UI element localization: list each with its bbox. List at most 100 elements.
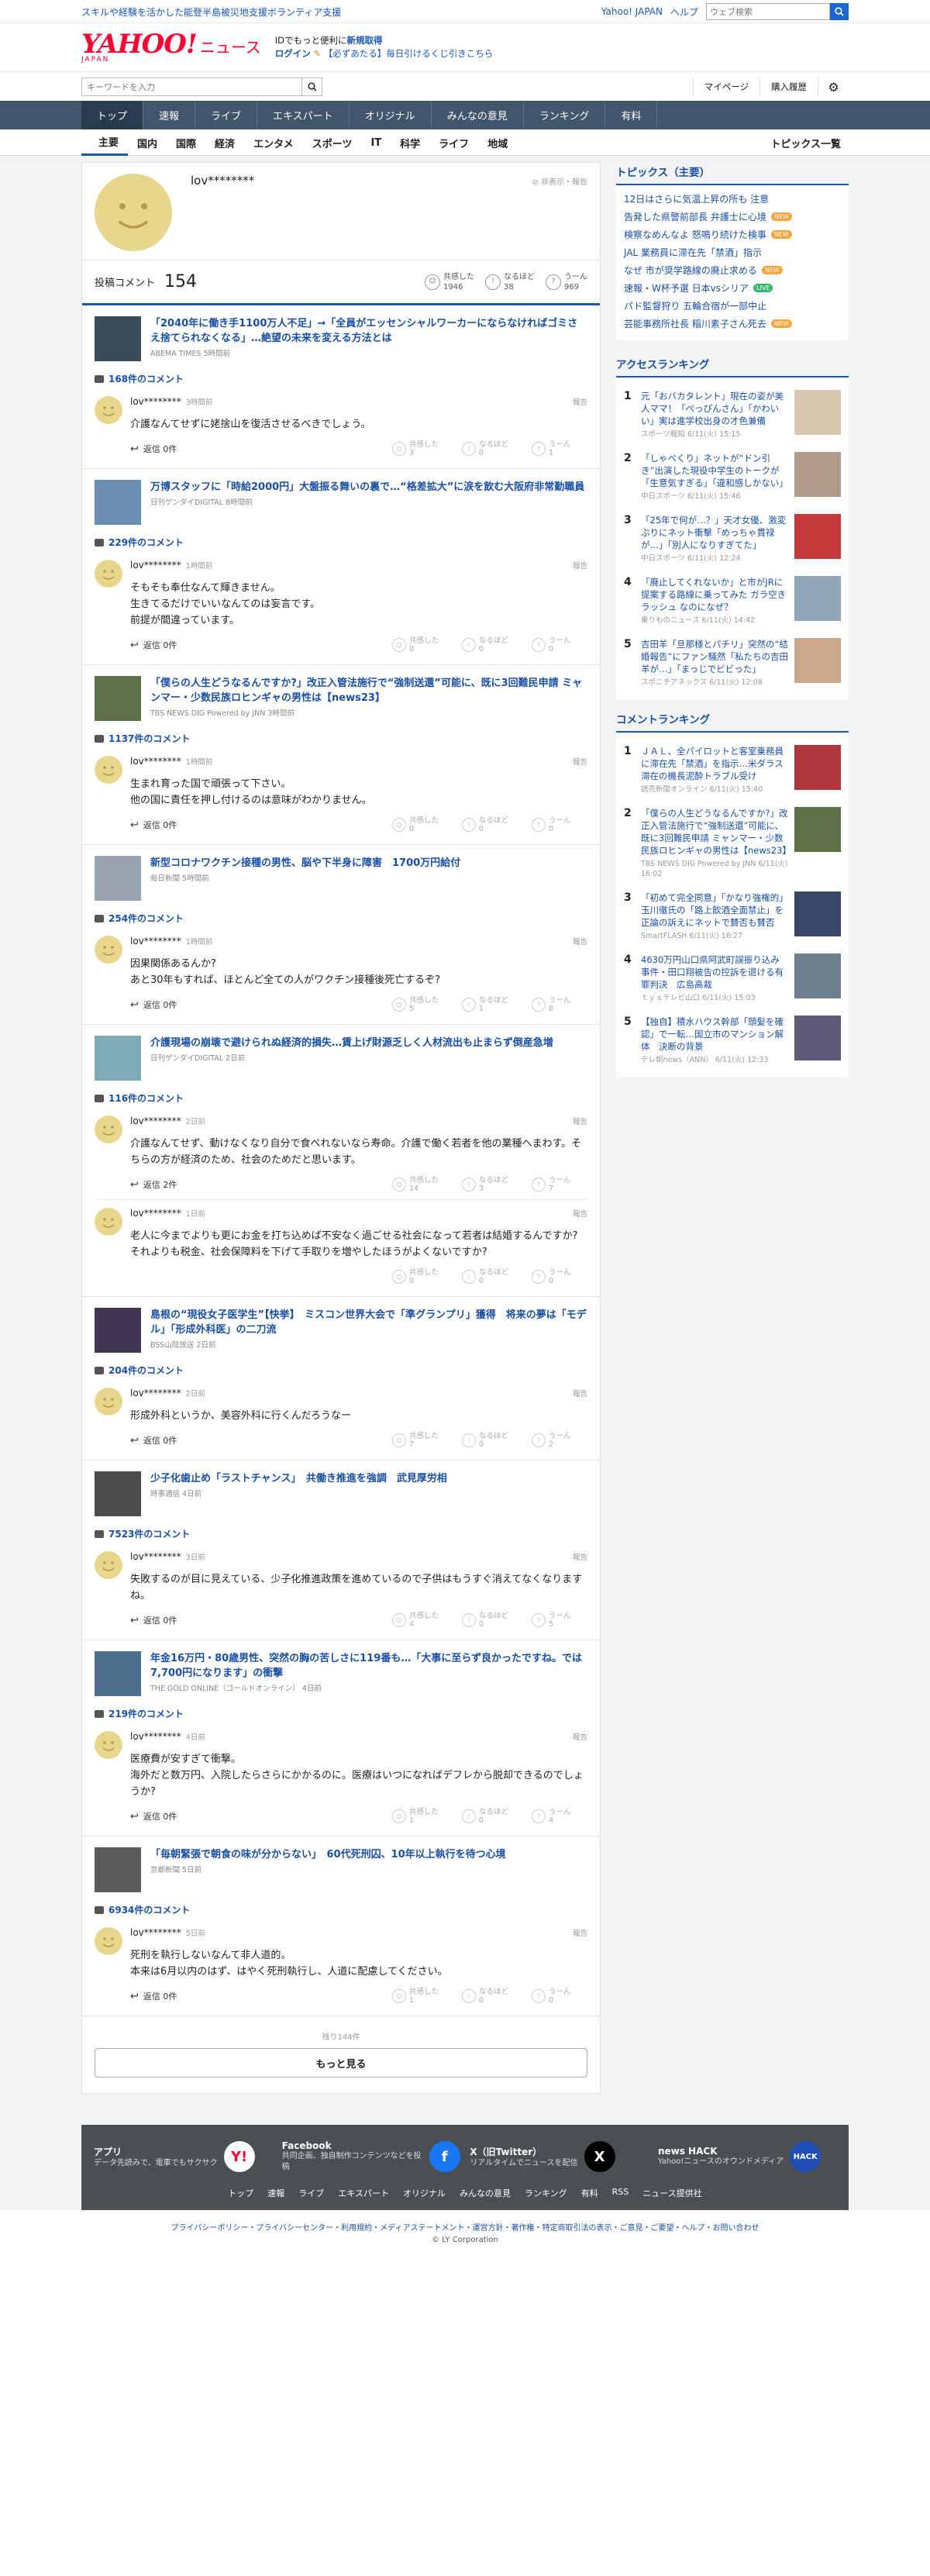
comment-count-link[interactable]: 204件のコメント <box>95 1359 587 1383</box>
empathy-button[interactable]: ☺ 共感した 5 <box>392 996 448 1013</box>
article-title[interactable]: 新型コロナワクチン接種の男性、脳や下半身に障害 1700万円給付 <box>150 856 460 871</box>
promo-link[interactable]: スキルや経験を活かした能登半島被災地支援ボランティア支援 <box>81 5 341 19</box>
ranking-item[interactable]: 4 4630万円山口県阿武町誤振り込み事件・田口翔被告の控訴を退ける有罪判決 広島… <box>624 947 841 1009</box>
ranking-item[interactable]: 3 「初めて完全同意」「かなり強権的」玉川徹氏の「路上飲酒全面禁止」を正論の訴えに… <box>624 885 841 947</box>
article-title[interactable]: 介護現場の崩壊で避けられぬ経済的損失…賃上げ財源乏しく人材流出も止まらず倒産急増 <box>150 1036 553 1050</box>
article[interactable]: 島根の“現役女子医学生”【快挙】 ミスコン世界大会で「準グランプリ」獲得 将来の… <box>95 1308 587 1359</box>
footer-app-link[interactable]: X（旧Twitter） リアルタイムでニュースを配信 X <box>470 2140 648 2173</box>
report-link[interactable]: 報告 <box>573 1551 587 1562</box>
reply-button[interactable]: ↩ 返信 0件 <box>130 443 177 455</box>
footer-nav-link[interactable]: オリジナル <box>403 2187 446 2199</box>
login-link[interactable]: ログイン <box>275 48 311 59</box>
empathy-button[interactable]: ☺ 共感した 1 <box>392 1808 448 1825</box>
comment-count-link[interactable]: 219件のコメント <box>95 1702 587 1726</box>
keyword-search-button[interactable] <box>302 78 322 96</box>
hide-report-link[interactable]: ⊘ 非表示・報告 <box>532 175 587 187</box>
empathy-button[interactable]: ☺ 共感した 7 <box>392 1432 448 1449</box>
nav-tab[interactable]: 速報 <box>143 101 196 129</box>
ranking-item[interactable]: 3 「25年で何が…？」天才女優、激変ぶりにネット衝撃「めっちゃ貫禄が…」「別人に… <box>624 508 841 570</box>
uun-button[interactable]: ? うーん 7 <box>532 1176 587 1193</box>
nav-tab[interactable]: みんなの意見 <box>432 101 524 129</box>
ranking-item[interactable]: 1 ＪＡＬ、全パイロットと客室乗務員に滞在先「禁酒」を指示…米ダラス滞在の機長泥酔… <box>624 739 841 801</box>
uun-button[interactable]: ? うーん 0 <box>532 1268 587 1285</box>
footer-nav-link[interactable]: ライブ <box>298 2187 324 2199</box>
uun-button[interactable]: ? うーん 2 <box>532 1432 587 1449</box>
keyword-search-input[interactable] <box>81 78 302 96</box>
uun-button[interactable]: ? うーん 0 <box>532 636 587 653</box>
uun-button[interactable]: ? うーん 0 <box>532 1988 587 2005</box>
reply-button[interactable]: ↩ 返信 0件 <box>130 998 177 1011</box>
category-tab[interactable]: エンタメ <box>244 136 303 150</box>
article-thumbnail[interactable] <box>95 676 141 721</box>
help-link[interactable]: ヘルプ <box>670 5 698 19</box>
topic-link[interactable]: 検察なめんなよ 怒鳴り続けた検事 NEW <box>624 226 841 243</box>
topic-link[interactable]: 速報・W杯予選 日本vsシリア LIVE <box>624 279 841 297</box>
naruhodo-button[interactable]: ! なるほど 0 <box>462 1988 518 2005</box>
footer-nav-link[interactable]: 速報 <box>267 2187 284 2199</box>
article-title[interactable]: 少子化歯止め「ラストチャンス」 共働き推進を強調 武見厚労相 <box>150 1471 447 1486</box>
article[interactable]: 「僕らの人生どうなるんですか?」改正入管法施行で“強制送還”可能に、既に3回難民… <box>95 676 587 727</box>
footer-nav-link[interactable]: みんなの意見 <box>460 2187 511 2199</box>
report-link[interactable]: 報告 <box>573 1927 587 1938</box>
empathy-button[interactable]: ☺ 共感した 14 <box>392 1176 448 1193</box>
load-more-button[interactable]: もっと見る <box>95 2048 587 2078</box>
category-tab[interactable]: 国内 <box>128 136 167 150</box>
report-link[interactable]: 報告 <box>573 1116 587 1126</box>
yahoo-news-logo[interactable]: YAHOO! JAPAN ニュース <box>81 31 261 64</box>
reply-button[interactable]: ↩ 返信 0件 <box>130 1434 177 1447</box>
report-link[interactable]: 報告 <box>573 756 587 767</box>
naruhodo-button[interactable]: ! なるほど 0 <box>462 1808 518 1825</box>
empathy-button[interactable]: ☺ 共感した 3 <box>392 440 448 457</box>
uun-button[interactable]: ? うーん 5 <box>532 1612 587 1629</box>
yahoo-japan-link[interactable]: Yahoo! JAPAN <box>601 6 663 17</box>
report-link[interactable]: 報告 <box>573 1208 587 1219</box>
comment-count-link[interactable]: 168件のコメント <box>95 367 587 391</box>
ranking-item[interactable]: 2 「しゃべくり」ネットが“ドン引き”出演した現役中学生のトークが「生意気すぎる」… <box>624 446 841 508</box>
nav-tab[interactable]: トップ <box>81 101 144 129</box>
category-tab[interactable]: 国際 <box>167 136 205 150</box>
comment-count-link[interactable]: 1137件のコメント <box>95 727 587 751</box>
footer-nav-link[interactable]: トップ <box>228 2187 253 2199</box>
category-tab[interactable]: 地域 <box>478 136 517 150</box>
topic-link[interactable]: なぜ 市が奨学路線の廃止求める NEW <box>624 261 841 279</box>
article[interactable]: 年金16万円・80歳男性、突然の胸の苦しさに119番も…「大事に至らず良かったで… <box>95 1651 587 1702</box>
ranking-item[interactable]: 1 元「おバカタレント」現在の姿が美人ママ！「ぺっぴんさん」「かわいい」実は進学校… <box>624 384 841 446</box>
nav-tab[interactable]: ランキング <box>524 101 606 129</box>
naruhodo-button[interactable]: ! なるほど 0 <box>462 1612 518 1629</box>
article-thumbnail[interactable] <box>95 1036 141 1081</box>
ranking-item[interactable]: 5 【独自】積水ハウス幹部「頭髪を確認」で一転…国立市のマンション解体 決断の背景… <box>624 1009 841 1071</box>
naruhodo-button[interactable]: ! なるほど 0 <box>462 1432 518 1449</box>
lottery-link[interactable]: 【必ずあたる】毎日引けるくじ引きこちら <box>324 48 494 59</box>
report-link[interactable]: 報告 <box>573 560 587 571</box>
footer-nav-link[interactable]: ニュース提供社 <box>642 2187 701 2199</box>
footer-nav-link[interactable]: RSS <box>612 2187 629 2199</box>
reply-button[interactable]: ↩ 返信 0件 <box>130 819 177 831</box>
naruhodo-button[interactable]: ! なるほど 0 <box>462 440 518 457</box>
naruhodo-button[interactable]: ! なるほど 3 <box>462 1176 518 1193</box>
category-tab[interactable]: IT <box>361 137 391 149</box>
signup-link[interactable]: 新規取得 <box>347 35 383 46</box>
uun-button[interactable]: ? うーん 8 <box>532 996 587 1013</box>
nav-tab[interactable]: オリジナル <box>350 101 432 129</box>
article-title[interactable]: 「2040年に働き手1100万人不足」→「全員がエッセンシャルワーカーにならなけ… <box>150 316 587 346</box>
web-search-input[interactable] <box>706 3 830 20</box>
category-tab[interactable]: ライフ <box>429 136 478 150</box>
legal-links[interactable]: プライバシーポリシー・プライバシーセンター・利用規約・メディアステートメント・運… <box>0 2210 930 2236</box>
comment-count-link[interactable]: 6934件のコメント <box>95 1898 587 1923</box>
topic-link[interactable]: 芸能事務所社長 稲川素子さん死去 NEW <box>624 315 841 333</box>
comment-count-link[interactable]: 254件のコメント <box>95 907 587 931</box>
naruhodo-button[interactable]: ! なるほど 0 <box>462 1268 518 1285</box>
footer-app-link[interactable]: news HACK Yahoo!ニュースのオウンドメディア HACK <box>658 2140 836 2173</box>
uun-button[interactable]: ? うーん 4 <box>532 1808 587 1825</box>
nav-tab[interactable]: エキスパート <box>257 101 350 129</box>
category-tab[interactable]: 経済 <box>205 136 244 150</box>
nav-tab[interactable]: 有料 <box>605 101 658 129</box>
footer-nav-link[interactable]: ランキング <box>525 2187 567 2199</box>
report-link[interactable]: 報告 <box>573 1731 587 1742</box>
category-tab[interactable]: 科学 <box>391 136 429 150</box>
report-link[interactable]: 報告 <box>573 936 587 947</box>
reply-button[interactable]: ↩ 返信 2件 <box>130 1178 177 1191</box>
footer-nav-link[interactable]: 有料 <box>581 2187 598 2199</box>
empathy-button[interactable]: ☺ 共感した 4 <box>392 1612 448 1629</box>
article-title[interactable]: 万博スタッフに「時給2000円」大盤振る舞いの裏で…“格差拡大”に涙を飲む大阪府… <box>150 480 584 495</box>
